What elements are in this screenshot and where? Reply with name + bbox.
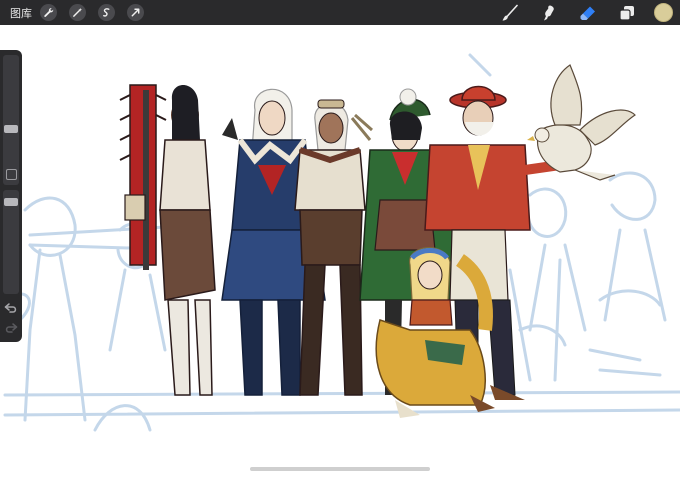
magic-wand-icon[interactable] (69, 4, 86, 21)
redo-icon[interactable] (4, 322, 18, 334)
layers-icon[interactable] (615, 2, 639, 24)
character-ranger-woman (294, 99, 373, 396)
brush-icon[interactable] (498, 2, 522, 24)
brush-size-slider[interactable] (3, 55, 19, 185)
undo-icon[interactable] (4, 302, 18, 314)
top-toolbar: 图库 (0, 0, 680, 25)
modify-square-icon[interactable] (6, 169, 17, 180)
smudge-icon[interactable] (537, 2, 561, 24)
brush-size-thumb[interactable] (4, 125, 18, 133)
wrench-icon[interactable] (40, 4, 57, 21)
right-tools (498, 0, 680, 25)
selection-icon[interactable] (98, 4, 115, 21)
color-picker-swatch[interactable] (654, 3, 673, 22)
home-indicator (250, 467, 430, 471)
opacity-slider[interactable] (3, 190, 19, 294)
artwork (3, 53, 680, 432)
brush-sidebar (0, 50, 22, 342)
drawing-canvas[interactable] (0, 25, 680, 475)
opacity-thumb[interactable] (4, 198, 18, 206)
transform-arrow-icon[interactable] (127, 4, 144, 21)
gallery-button[interactable]: 图库 (10, 5, 32, 21)
character-warrior-woman (119, 84, 216, 396)
eraser-icon[interactable] (576, 2, 600, 24)
